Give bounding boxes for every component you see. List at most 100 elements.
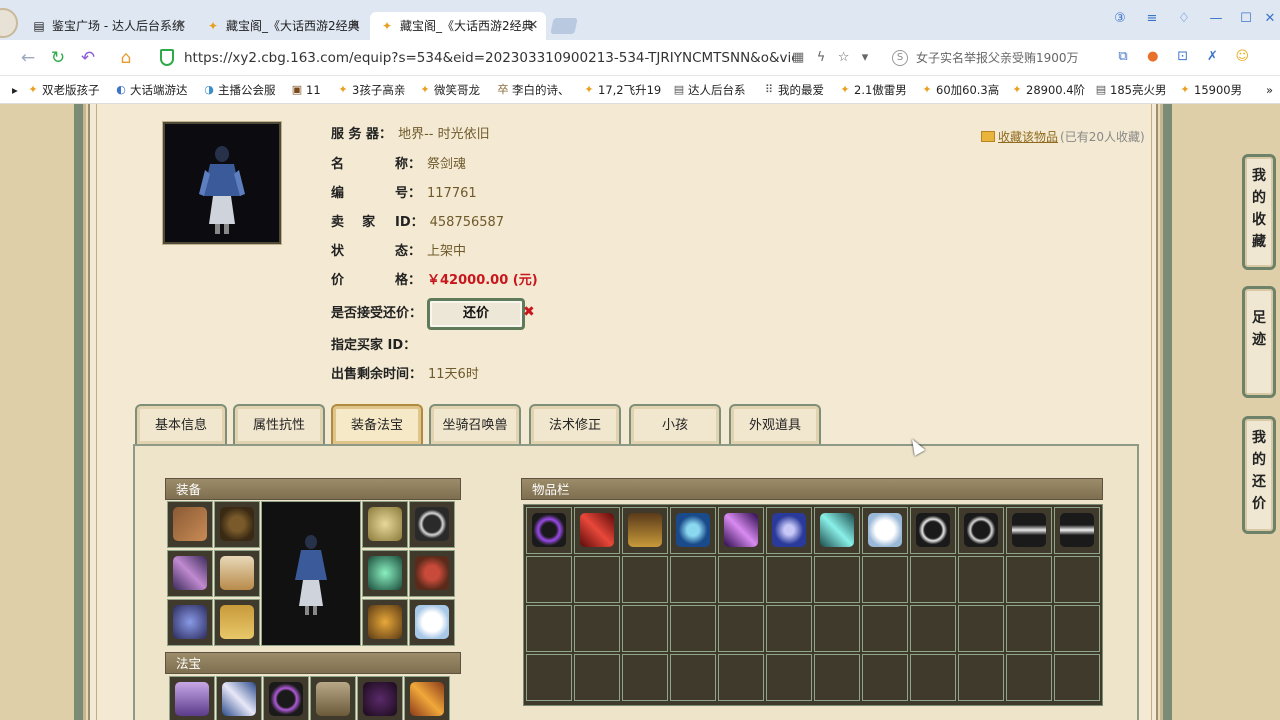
inventory-slot[interactable] xyxy=(862,654,908,701)
equipment-slot[interactable] xyxy=(362,599,408,646)
translate-icon[interactable]: ⧉ xyxy=(1112,46,1134,68)
bookmark-item[interactable]: ▤ 达人后台系 xyxy=(672,76,746,104)
inventory-slot[interactable] xyxy=(526,507,572,554)
inventory-slot[interactable] xyxy=(910,507,956,554)
url-text[interactable]: https://xy2.cbg.163.com/equip?s=534&eid=… xyxy=(184,45,794,71)
equipment-slot[interactable] xyxy=(409,550,455,597)
more-bookmarks-icon[interactable]: » xyxy=(1262,76,1273,104)
tab-spell-correction[interactable]: 法术修正 xyxy=(529,404,621,444)
close-icon[interactable]: ✕ xyxy=(348,12,362,40)
bookmark-item[interactable]: ✦ 28900.4阶 xyxy=(1010,76,1085,104)
inventory-slot[interactable] xyxy=(1006,654,1052,701)
close-icon[interactable]: ✕ xyxy=(174,12,188,40)
inventory-slot[interactable] xyxy=(526,556,572,603)
inventory-slot[interactable] xyxy=(574,605,620,652)
inventory-slot[interactable] xyxy=(526,654,572,701)
smile-icon[interactable]: ☺ xyxy=(1231,46,1253,68)
inventory-slot[interactable] xyxy=(1054,507,1100,554)
tab-attributes[interactable]: 属性抗性 xyxy=(233,404,325,444)
reload-icon[interactable]: ↻ xyxy=(46,46,70,70)
back-icon[interactable]: ← xyxy=(16,46,40,70)
equipment-slot[interactable] xyxy=(362,501,408,548)
browser-tab-1[interactable]: ▤ 鉴宝广场 - 达人后台系统 ✕ xyxy=(22,12,194,40)
minimize-icon[interactable]: — xyxy=(1204,8,1228,30)
inventory-slot[interactable] xyxy=(670,507,716,554)
search-input[interactable]: S 女子实名举报父亲受贿1900万 xyxy=(888,45,1108,71)
bookmark-item[interactable]: ◐ 大话端游达 xyxy=(114,76,187,104)
bookmark-item[interactable]: ▣ 11 xyxy=(290,76,321,104)
equipment-slot[interactable] xyxy=(362,550,408,597)
equipment-slot[interactable] xyxy=(214,599,260,646)
bookmark-item[interactable]: ✦ 60加60.3高 xyxy=(920,76,999,104)
bookmark-item[interactable]: ✦ 双老版孩子 xyxy=(26,76,99,104)
favorite-link[interactable]: 收藏该物品 xyxy=(998,130,1058,144)
bookmarks-chevron-icon[interactable]: ▸ xyxy=(4,76,18,104)
browser-tab-3[interactable]: ✦ 藏宝阁_《大话西游2经典 ✕ xyxy=(370,12,546,40)
inventory-slot[interactable] xyxy=(670,556,716,603)
inventory-slot[interactable] xyxy=(1006,605,1052,652)
tab-basic-info[interactable]: 基本信息 xyxy=(135,404,227,444)
inventory-slot[interactable] xyxy=(814,654,860,701)
bookmark-item[interactable]: 卒李白的诗、 xyxy=(496,76,570,104)
inventory-slot[interactable] xyxy=(526,605,572,652)
undo-icon[interactable]: ↶ xyxy=(76,46,100,70)
equipment-slot[interactable] xyxy=(214,550,260,597)
bookmark-item[interactable]: ⠿ 我的最爱 xyxy=(762,76,824,104)
inventory-slot[interactable] xyxy=(862,556,908,603)
bookmark-item[interactable]: ✦ 微笑哥龙 xyxy=(418,76,480,104)
close-window-icon[interactable]: ✕ xyxy=(1258,8,1280,30)
equipment-slot[interactable] xyxy=(167,599,213,646)
tab-count-icon[interactable]: ③ xyxy=(1108,8,1132,30)
inventory-slot[interactable] xyxy=(910,556,956,603)
fabao-slot[interactable] xyxy=(357,676,403,720)
equipment-slot[interactable] xyxy=(409,501,455,548)
inventory-slot[interactable] xyxy=(574,507,620,554)
extension-icon[interactable]: ● xyxy=(1142,46,1164,68)
star-icon[interactable]: ☆ xyxy=(838,50,850,65)
skin-icon[interactable]: ♢ xyxy=(1172,8,1196,30)
screenshot-icon[interactable]: ⊡ xyxy=(1172,46,1194,68)
inventory-slot[interactable] xyxy=(766,605,812,652)
chevron-down-icon[interactable]: ▾ xyxy=(862,50,869,65)
inventory-slot[interactable] xyxy=(766,556,812,603)
fabao-slot[interactable] xyxy=(216,676,262,720)
bookmark-item[interactable]: ✦ 17,2飞升19 xyxy=(582,76,661,104)
equipment-slot[interactable] xyxy=(409,599,455,646)
home-icon[interactable]: ⌂ xyxy=(114,46,138,70)
bookmark-item[interactable]: ✦ 15900男 xyxy=(1178,76,1242,104)
inventory-slot[interactable] xyxy=(1054,605,1100,652)
inventory-slot[interactable] xyxy=(718,507,764,554)
inventory-slot[interactable] xyxy=(574,654,620,701)
inventory-slot[interactable] xyxy=(766,654,812,701)
menu-icon[interactable]: ≡ xyxy=(1140,8,1164,30)
tab-children[interactable]: 小孩 xyxy=(629,404,721,444)
inventory-slot[interactable] xyxy=(910,654,956,701)
bookmark-item[interactable]: ◑ 主播公会服 xyxy=(202,76,275,104)
counter-offer-button[interactable]: 还价 xyxy=(427,298,525,330)
new-tab-button[interactable] xyxy=(550,18,578,34)
footprints-button[interactable]: 足迹 xyxy=(1242,286,1276,398)
inventory-slot[interactable] xyxy=(1054,654,1100,701)
inventory-slot[interactable] xyxy=(814,605,860,652)
fabao-slot[interactable] xyxy=(310,676,356,720)
tab-equipment[interactable]: 装备法宝 xyxy=(331,404,423,444)
equipment-slot[interactable] xyxy=(214,501,260,548)
fabao-slot[interactable] xyxy=(263,676,309,720)
lightning-icon[interactable]: ϟ xyxy=(817,50,826,65)
inventory-slot[interactable] xyxy=(718,654,764,701)
inventory-slot[interactable] xyxy=(622,605,668,652)
inventory-slot[interactable] xyxy=(622,507,668,554)
url-field[interactable]: https://xy2.cbg.163.com/equip?s=534&eid=… xyxy=(152,45,882,71)
inventory-slot[interactable] xyxy=(766,507,812,554)
inventory-slot[interactable] xyxy=(718,605,764,652)
my-favorites-button[interactable]: 我的收藏 xyxy=(1242,154,1276,270)
bookmark-item[interactable]: ✦ 3孩子高亲 xyxy=(336,76,405,104)
bookmark-item[interactable]: ✦ 2.1傲雷男 xyxy=(838,76,906,104)
inventory-slot[interactable] xyxy=(670,654,716,701)
inventory-slot[interactable] xyxy=(814,507,860,554)
inventory-slot[interactable] xyxy=(622,654,668,701)
inventory-slot[interactable] xyxy=(958,654,1004,701)
inventory-slot[interactable] xyxy=(958,556,1004,603)
inventory-slot[interactable] xyxy=(910,605,956,652)
inventory-slot[interactable] xyxy=(670,605,716,652)
